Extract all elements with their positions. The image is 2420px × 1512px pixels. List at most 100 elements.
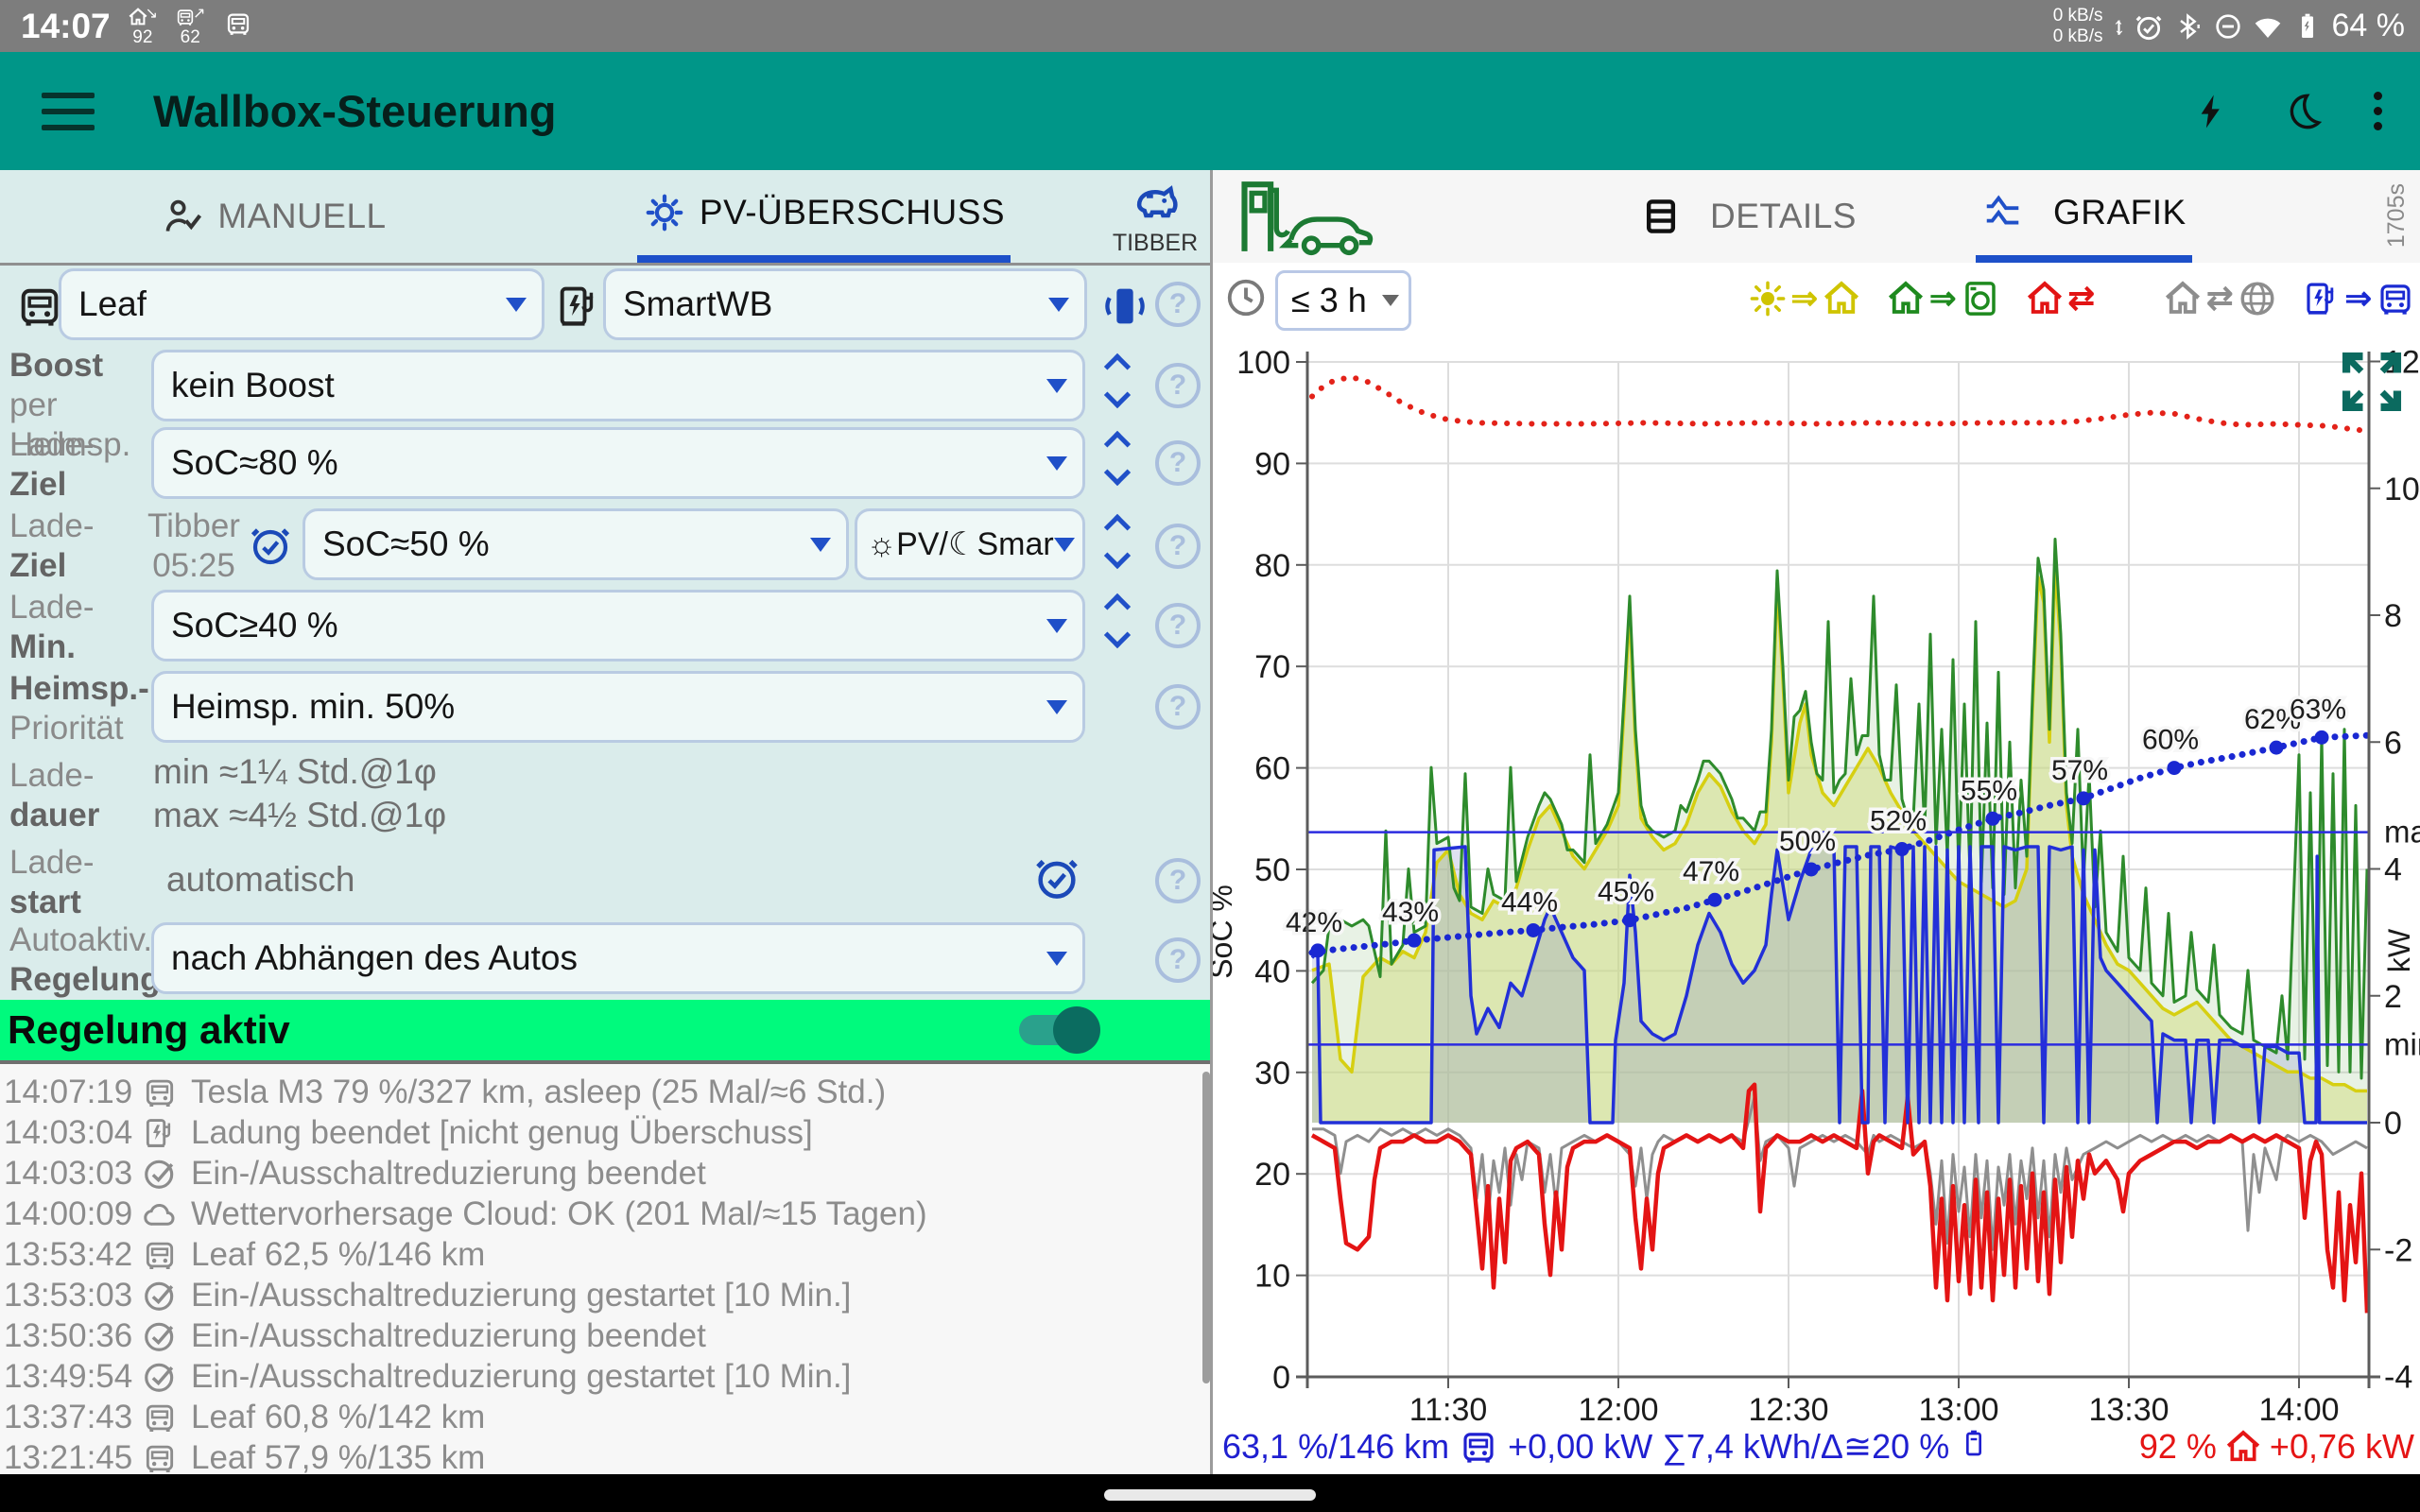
svg-text:57%: 57% <box>2051 755 2108 786</box>
svg-text:kW: kW <box>2382 928 2416 972</box>
help-button[interactable]: ? <box>1155 858 1201 903</box>
panel-divider <box>1210 170 1213 1474</box>
legend-house-grid[interactable]: ⇄ <box>2163 270 2277 327</box>
legend-house-to-appliance[interactable]: ⇒ <box>1886 270 2000 327</box>
ladedauer-row: Lade-dauer min ≈1¼ Std.@1φ max ≈4½ Std.@… <box>0 752 1212 839</box>
lademin-select[interactable]: SoC≥40 % <box>151 590 1085 662</box>
svg-text:min: min <box>2384 1026 2420 1061</box>
legend-wallbox-to-car[interactable]: ⇒ <box>2302 270 2416 327</box>
ladeziel-tibber-row: Lade-Ziel Tibber05:25 SoC≈50 % ☼PV/☾Smar… <box>0 505 1212 582</box>
charger-icon <box>142 1115 183 1151</box>
tab-grafik[interactable]: GRAFIK <box>1976 170 2192 263</box>
alarm-check-icon[interactable] <box>248 522 293 567</box>
svg-text:60: 60 <box>1254 751 1290 787</box>
tab-pv-ueberschuss[interactable]: PV-ÜBERSCHUSS <box>549 170 1098 263</box>
svg-text:14:00: 14:00 <box>2258 1392 2339 1423</box>
menu-button[interactable] <box>42 93 95 130</box>
chevron-down-icon <box>1046 379 1067 393</box>
svg-text:43%: 43% <box>1382 897 1439 928</box>
autoaktiv-select[interactable]: nach Abhängen des Autos <box>151 922 1085 994</box>
arrow-up-right-icon: ↗ <box>193 7 205 22</box>
house-icon <box>1822 279 1861 318</box>
chart-toolbar: ≤ 3 h ⇒ ⇒ ⇄ ⇄ ⇒ <box>1213 263 2420 336</box>
ladeziel-select[interactable]: SoC≈80 % <box>151 427 1085 499</box>
chevron-down-icon <box>1046 700 1067 714</box>
svg-text:100: 100 <box>1236 345 1290 381</box>
flash-button[interactable] <box>2192 92 2232 131</box>
svg-text:12:00: 12:00 <box>1578 1392 1658 1423</box>
time-range-select[interactable]: ≤ 3 h <box>1275 270 1411 331</box>
tibber-stepper[interactable] <box>1097 518 1138 565</box>
log-entry: 14:03:04Ladung beendet [nicht genug Über… <box>0 1112 1212 1153</box>
help-button[interactable]: ? <box>1155 363 1201 408</box>
help-button[interactable]: ? <box>1155 603 1201 648</box>
ladedauer-max: max ≈4½ Std.@1φ <box>153 796 446 835</box>
overflow-menu-button[interactable] <box>2374 92 2382 130</box>
help-button[interactable]: ? <box>1155 282 1201 327</box>
heimspeicher-prio-select[interactable]: Heimsp. min. 50% <box>151 671 1085 743</box>
ladeziel-stepper[interactable] <box>1097 435 1138 482</box>
mode-tabs: MANUELL PV-ÜBERSCHUSS TIBBER <box>0 170 1212 266</box>
tab-manuell[interactable]: MANUELL <box>0 170 549 263</box>
arrow-icon: ⇒ <box>1791 280 1819 318</box>
svg-text:30: 30 <box>1254 1056 1290 1091</box>
series-legend: ⇒ ⇒ ⇄ ⇄ ⇒ <box>1780 270 2415 327</box>
page-title: Wallbox-Steuerung <box>153 85 557 137</box>
event-log[interactable]: 14:07:19Tesla M3 79 %/327 km, asleep (25… <box>0 1064 1212 1474</box>
alarm-check-icon[interactable] <box>1032 852 1081 902</box>
help-button[interactable]: ? <box>1155 937 1201 983</box>
log-entry: 14:07:19Tesla M3 79 %/327 km, asleep (25… <box>0 1072 1212 1112</box>
car-icon <box>142 1440 183 1475</box>
tibber-ziel-select[interactable]: SoC≈50 % <box>302 508 849 580</box>
svg-text:52%: 52% <box>1870 806 1927 837</box>
log-entry: 13:53:42Leaf 62,5 %/146 km <box>0 1234 1212 1275</box>
svg-text:10: 10 <box>2384 472 2420 507</box>
arrow-down-right-icon: ↘ <box>146 7 158 22</box>
tibber-mode-select[interactable]: ☼PV/☾Smart <box>855 508 1085 580</box>
boost-stepper[interactable] <box>1097 357 1138 404</box>
svg-text:80: 80 <box>1254 548 1290 584</box>
svg-text:40: 40 <box>1254 954 1290 989</box>
fullscreen-button[interactable] <box>2336 346 2408 418</box>
legend-house-battery[interactable]: ⇄ <box>2025 270 2139 327</box>
car-icon <box>142 1074 183 1110</box>
vehicle-select[interactable]: Leaf <box>59 268 544 340</box>
help-button[interactable]: ? <box>1155 440 1201 486</box>
chevron-down-icon <box>1382 295 1399 306</box>
arrow-icon: ⇄ <box>2068 280 2096 318</box>
chevron-down-icon <box>1046 619 1067 633</box>
svg-text:-2: -2 <box>2384 1232 2412 1268</box>
legend-pv-to-house[interactable]: ⇒ <box>1748 270 1862 327</box>
svg-text:55%: 55% <box>1961 775 2017 806</box>
svg-text:6: 6 <box>2384 725 2402 761</box>
check-icon <box>142 1156 183 1192</box>
help-button[interactable]: ? <box>1155 524 1201 569</box>
gesture-pill[interactable] <box>1104 1489 1316 1501</box>
svg-text:SoC %: SoC % <box>1213 885 1238 979</box>
svg-text:45%: 45% <box>1598 877 1654 908</box>
boost-select[interactable]: kein Boost <box>151 350 1085 421</box>
log-entry: 14:03:03Ein-/Ausschaltreduzierung beende… <box>0 1153 1212 1194</box>
arrow-icon: ⇒ <box>2345 280 2373 318</box>
svg-text:60%: 60% <box>2142 725 2199 756</box>
lademin-stepper[interactable] <box>1097 597 1138 644</box>
wallbox-select[interactable]: SmartWB <box>603 268 1087 340</box>
home-battery-status: 92 % +0,76 kW <box>2139 1427 2414 1467</box>
tab-tibber[interactable]: TIBBER <box>1098 170 1212 263</box>
tab-details[interactable]: DETAILS <box>1634 170 1862 263</box>
power-soc-chart[interactable]: maxmin42%43%44%45%47%50%52%55%57%60%62%6… <box>1213 336 2420 1423</box>
scrollbar[interactable] <box>1202 1072 1210 1383</box>
home-soc-status: ↘ 92 <box>128 7 158 46</box>
log-entry: 14:00:09Wettervorhersage Cloud: OK (201 … <box>0 1194 1212 1234</box>
control-panel: MANUELL PV-ÜBERSCHUSS TIBBER Leaf SmartW… <box>0 170 1212 1474</box>
regelung-toggle[interactable] <box>1019 1011 1100 1049</box>
arrow-icon: ⇒ <box>1929 280 1957 318</box>
do-not-disturb-icon <box>2213 11 2243 42</box>
svg-text:50%: 50% <box>1779 826 1836 857</box>
dark-mode-button[interactable] <box>2283 92 2323 131</box>
vibrate-button[interactable] <box>1100 282 1150 331</box>
heimspeicher-prio-row: Heimsp.-Priorität Heimsp. min. 50% ? <box>0 669 1212 743</box>
svg-text:12:30: 12:30 <box>1748 1392 1828 1423</box>
help-button[interactable]: ? <box>1155 684 1201 730</box>
chevron-down-icon <box>1054 538 1075 552</box>
